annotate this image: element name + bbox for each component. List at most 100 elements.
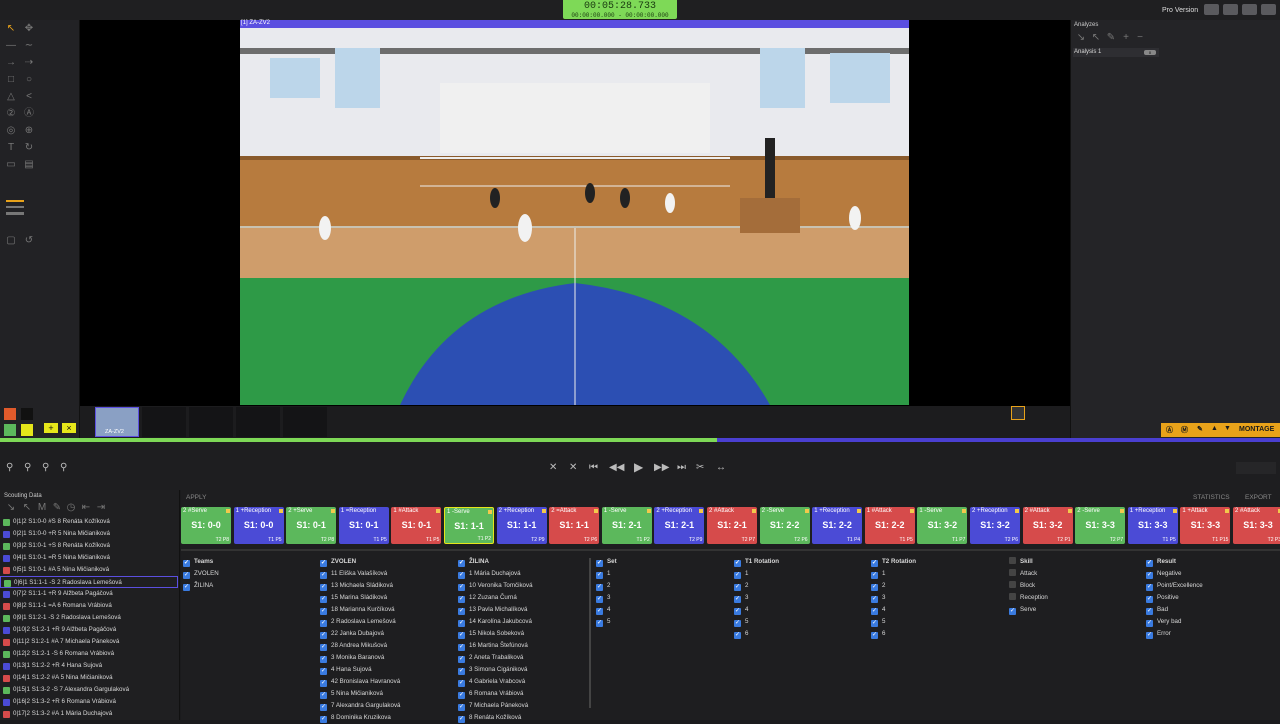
- checkbox[interactable]: ✓: [1146, 596, 1153, 603]
- filter-item[interactable]: ✓ 16 Martina Štefúnová: [458, 640, 533, 652]
- filter-item[interactable]: ✓ 3 Monika Baranová: [320, 652, 400, 664]
- magnifier-tool-icon[interactable]: ⊕: [22, 125, 36, 137]
- line-width-medium-icon[interactable]: [6, 206, 24, 208]
- scouting-row[interactable]: 0|4|1 S1:0-1 =R 5 Nina Mičianiková: [0, 552, 178, 564]
- checkbox[interactable]: ✓: [1146, 560, 1153, 567]
- checkbox[interactable]: ✓: [596, 572, 603, 579]
- line-tool-icon[interactable]: —: [4, 40, 18, 52]
- video-frame[interactable]: [240, 28, 909, 405]
- layout-bottom-icon[interactable]: [1223, 4, 1238, 15]
- checkbox[interactable]: ✓: [458, 668, 465, 675]
- filter-item[interactable]: ✓ Bad: [1146, 604, 1203, 616]
- fast-forward-icon[interactable]: ▶▶: [654, 462, 669, 473]
- filter-item[interactable]: ✓ Negative: [1146, 568, 1203, 580]
- scouting-row[interactable]: 0|5|1 S1:0-1 #A 5 Nina Mičianiková: [0, 564, 178, 576]
- loop-icon[interactable]: ↔: [716, 462, 726, 473]
- scout-collapse-icon[interactable]: ↘: [4, 502, 18, 514]
- jump-start-icon[interactable]: ✕: [549, 462, 557, 473]
- filter-item[interactable]: ✓ 5: [596, 616, 617, 628]
- color-swatch-orange[interactable]: [4, 408, 16, 420]
- text-tool-icon[interactable]: T: [4, 142, 18, 154]
- layout-left-icon[interactable]: [1204, 4, 1219, 15]
- checkbox[interactable]: ✓: [458, 680, 465, 687]
- event-card[interactable]: 2 -Serve S1: 2-2 T2 P6: [759, 507, 810, 544]
- filter-item[interactable]: ✓ 5: [734, 616, 779, 628]
- filter-item[interactable]: ✓ 11 Eliška Valašíková: [320, 568, 400, 580]
- area-tool-icon[interactable]: ▭: [4, 159, 18, 171]
- scouting-row[interactable]: 0|2|1 S1:0-0 +R 5 Nina Mičianiková: [0, 528, 178, 540]
- layout-right-icon[interactable]: [1261, 4, 1276, 15]
- scouting-row[interactable]: 0|11|2 S1:2-1 #A 7 Michaela Páneková: [0, 636, 178, 648]
- montage-button[interactable]: MONTAGE: [1239, 426, 1274, 433]
- event-card[interactable]: 2 +Serve S1: 0-1 T2 P8: [286, 507, 337, 544]
- filter-item[interactable]: ✓ 7 Alexandra Gargulaková: [320, 700, 400, 712]
- checkbox[interactable]: ✓: [458, 704, 465, 711]
- triangle-tool-icon[interactable]: △: [4, 91, 18, 103]
- event-card[interactable]: 2 +Reception S1: 3-2 T2 P6: [970, 507, 1020, 544]
- scouting-row[interactable]: 0|17|2 S1:3-2 #A 1 Mária Duchajová: [0, 708, 178, 720]
- marker-icon[interactable]: ⚲: [6, 462, 13, 473]
- rotate-tool-icon[interactable]: ↻: [22, 142, 36, 154]
- checkbox[interactable]: ✓: [596, 596, 603, 603]
- layout-top-icon[interactable]: [1242, 4, 1257, 15]
- event-card[interactable]: 2 #Attack S1: 2-1 T2 P7: [707, 507, 757, 544]
- checkbox[interactable]: ✓: [320, 608, 327, 615]
- filter-item[interactable]: ✓ 42 Bronislava Havranová: [320, 676, 400, 688]
- empty-clip-slot[interactable]: [283, 407, 327, 437]
- checkbox[interactable]: ✓: [320, 572, 327, 579]
- checkbox[interactable]: ✓: [458, 560, 465, 567]
- event-card[interactable]: 2 #Serve S1: 0-0 T2 P8: [181, 507, 231, 544]
- filter-item[interactable]: ✓ 15 Marina Sládiková: [320, 592, 400, 604]
- export-button[interactable]: EXPORT: [1245, 494, 1272, 501]
- scout-edit-icon[interactable]: ✎: [50, 502, 64, 514]
- filter-item[interactable]: ✓ 12 Zuzana Čurná: [458, 592, 533, 604]
- filter-item[interactable]: ✓ 10 Veronika Tomčiková: [458, 580, 533, 592]
- scouting-row[interactable]: 0|1|2 S1:0-0 #S 8 Renáta Kožíková: [0, 516, 178, 528]
- event-card[interactable]: 2 -Serve S1: 3-3 T2 P7: [1075, 507, 1126, 544]
- checkbox[interactable]: ✓: [320, 692, 327, 699]
- curve-tool-icon[interactable]: ∼: [22, 40, 36, 52]
- rewind-icon[interactable]: ◀◀: [609, 462, 624, 473]
- scouting-row[interactable]: 0|10|2 S1:2-1 +R 9 Alžbeta Pagáčová: [0, 624, 178, 636]
- checkbox[interactable]: ✓: [320, 656, 327, 663]
- filter-item[interactable]: Attack: [1009, 568, 1048, 580]
- filter-item[interactable]: ✓ 3: [871, 592, 916, 604]
- filter-header[interactable]: ✓ T2 Rotation: [871, 556, 916, 568]
- filter-header[interactable]: ✓ Teams: [183, 556, 219, 568]
- jump-end-icon[interactable]: ✕: [569, 462, 577, 473]
- scout-forward-icon[interactable]: ⇥: [94, 502, 108, 514]
- checkbox[interactable]: ✓: [596, 584, 603, 591]
- checkbox[interactable]: ✓: [183, 560, 190, 567]
- event-card[interactable]: 2 +Reception S1: 1-1 T2 P9: [496, 507, 547, 544]
- filter-item[interactable]: ✓ Positive: [1146, 592, 1203, 604]
- filter-item[interactable]: ✓ 2: [871, 580, 916, 592]
- scout-back-icon[interactable]: ⇤: [79, 502, 93, 514]
- checkbox[interactable]: ✓: [320, 596, 327, 603]
- manual-icon[interactable]: Ⓜ: [1181, 425, 1188, 435]
- skip-forward-icon[interactable]: ⏭: [677, 462, 686, 473]
- filter-item[interactable]: ✓ 6: [734, 628, 779, 640]
- filter-item[interactable]: ✓ 1: [596, 568, 617, 580]
- filter-item[interactable]: ✓ 3 Simona Cigániková: [458, 664, 533, 676]
- event-card[interactable]: 1 +Attack S1: 3-3 T1 P15: [1180, 507, 1231, 544]
- filter-item[interactable]: ✓ 13 Pavla Michalíková: [458, 604, 533, 616]
- fill-tool-icon[interactable]: ▤: [22, 159, 36, 171]
- filter-item[interactable]: ✓ ŽILINA: [183, 580, 219, 592]
- checkbox[interactable]: ✓: [1146, 584, 1153, 591]
- checkbox[interactable]: ✓: [871, 632, 878, 639]
- checkbox[interactable]: ✓: [320, 704, 327, 711]
- checkbox[interactable]: ✓: [458, 584, 465, 591]
- filter-item[interactable]: ✓ 14 Karolína Jakubcová: [458, 616, 533, 628]
- scouting-row[interactable]: 0|16|2 S1:3-2 +R 6 Romana Vrábiová: [0, 696, 178, 708]
- collapse-icon[interactable]: ↘: [1074, 32, 1088, 44]
- filter-item[interactable]: ✓ 5: [871, 616, 916, 628]
- filter-item[interactable]: ✓ 8 Dominika Kruzikova: [320, 712, 400, 724]
- checkbox[interactable]: ✓: [320, 620, 327, 627]
- delete-clip-icon[interactable]: ×: [62, 423, 76, 433]
- scouting-row[interactable]: 0|6|1 S1:1-1 -S 2 Radoslava Lemešová: [0, 576, 178, 588]
- speed-field[interactable]: [1236, 462, 1276, 474]
- event-card[interactable]: 1 -Serve S1: 3-2 T1 P7: [917, 507, 968, 544]
- angle-tool-icon[interactable]: <: [22, 91, 36, 103]
- add-icon[interactable]: +: [1119, 32, 1133, 44]
- checkbox[interactable]: ✓: [734, 632, 741, 639]
